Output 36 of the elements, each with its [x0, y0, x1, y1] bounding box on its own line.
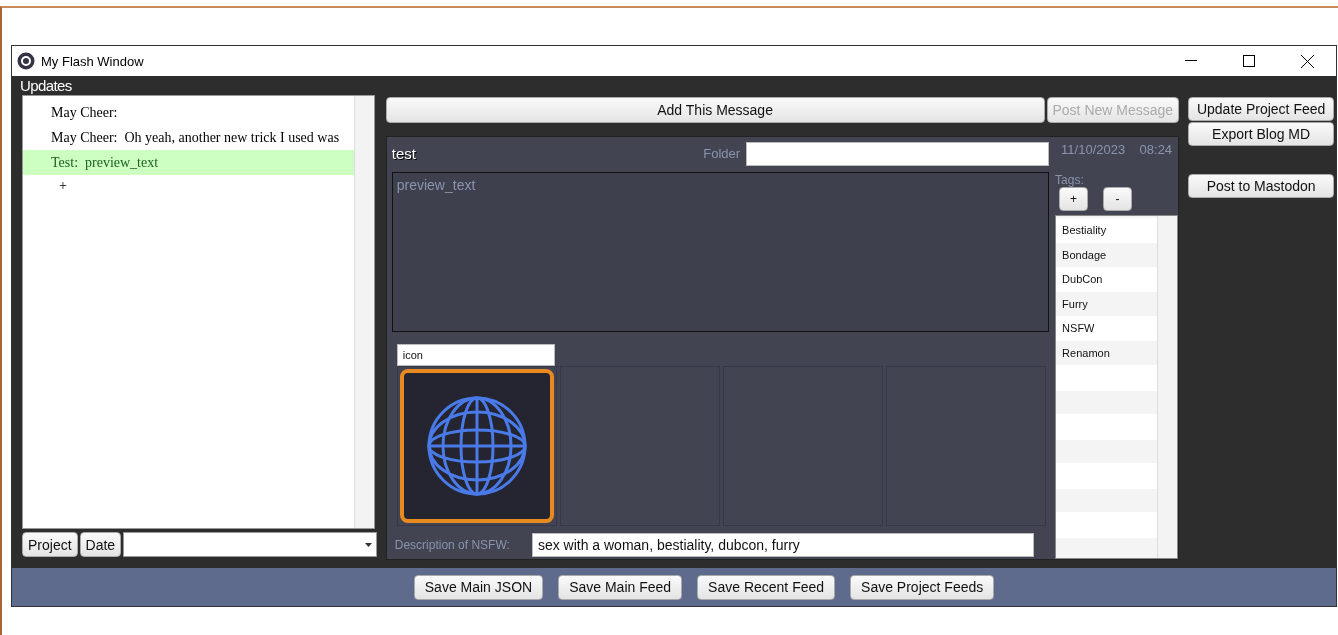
description-label: Description of NSFW:: [394, 538, 510, 552]
update-item[interactable]: May Cheer:: [23, 100, 354, 125]
sort-dropdown[interactable]: [123, 532, 377, 557]
side-button[interactable]: Export Blog MD: [1188, 122, 1335, 146]
tags-label: Tags:: [1055, 172, 1085, 187]
action-button[interactable]: Add This Message: [385, 97, 1045, 123]
image-slot[interactable]: [396, 366, 557, 526]
scrollbar[interactable]: [1157, 216, 1178, 558]
update-item[interactable]: May Cheer: Oh yeah, another new trick I used was: [23, 125, 354, 150]
dropdown-arrow-icon: [364, 542, 372, 547]
save-button[interactable]: Save Recent Feed: [697, 574, 836, 600]
window-title: My Flash Window: [41, 53, 145, 69]
date-text: 11/10/2023: [1061, 142, 1126, 159]
sort-button[interactable]: Date: [79, 532, 122, 557]
tag-button[interactable]: -: [1103, 187, 1133, 211]
close-icon[interactable]: [1300, 54, 1314, 68]
save-button[interactable]: Save Main JSON: [413, 574, 544, 600]
scrollbar[interactable]: [353, 96, 374, 528]
message-title: test: [391, 145, 417, 162]
maximize-icon[interactable]: [1243, 55, 1255, 67]
add-item[interactable]: +: [59, 175, 354, 197]
update-item[interactable]: Test: preview_text: [23, 150, 354, 175]
description-field[interactable]: sex with a woman, bestiality, dubcon, furry: [531, 533, 1034, 557]
panel-label: Updates: [20, 76, 73, 95]
image-name-field[interactable]: icon: [396, 344, 555, 366]
app-icon: [17, 52, 35, 70]
minimize-icon[interactable]: [1185, 60, 1197, 62]
save-button[interactable]: Save Main Feed: [558, 574, 683, 600]
folder-field[interactable]: [746, 141, 1050, 166]
side-button[interactable]: Post to Mastodon: [1188, 174, 1335, 198]
save-button[interactable]: Save Project Feeds: [850, 574, 995, 600]
folder-label: Folder: [703, 146, 741, 161]
sort-button[interactable]: Project: [22, 532, 78, 557]
side-button[interactable]: Update Project Feed: [1188, 97, 1335, 121]
time-text: 08:24: [1139, 142, 1173, 159]
tag-button[interactable]: +: [1059, 187, 1089, 211]
